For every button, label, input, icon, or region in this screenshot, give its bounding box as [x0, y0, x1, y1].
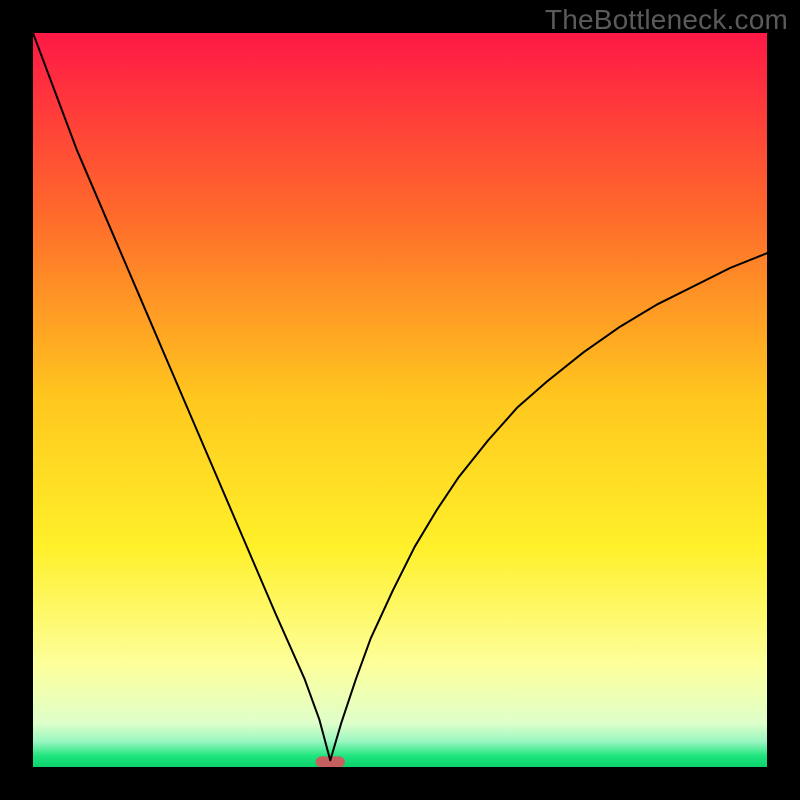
watermark-text: TheBottleneck.com	[545, 4, 788, 36]
chart-frame: TheBottleneck.com	[0, 0, 800, 800]
chart-svg	[33, 33, 767, 767]
gradient-background	[33, 33, 767, 767]
plot-area	[33, 33, 767, 767]
